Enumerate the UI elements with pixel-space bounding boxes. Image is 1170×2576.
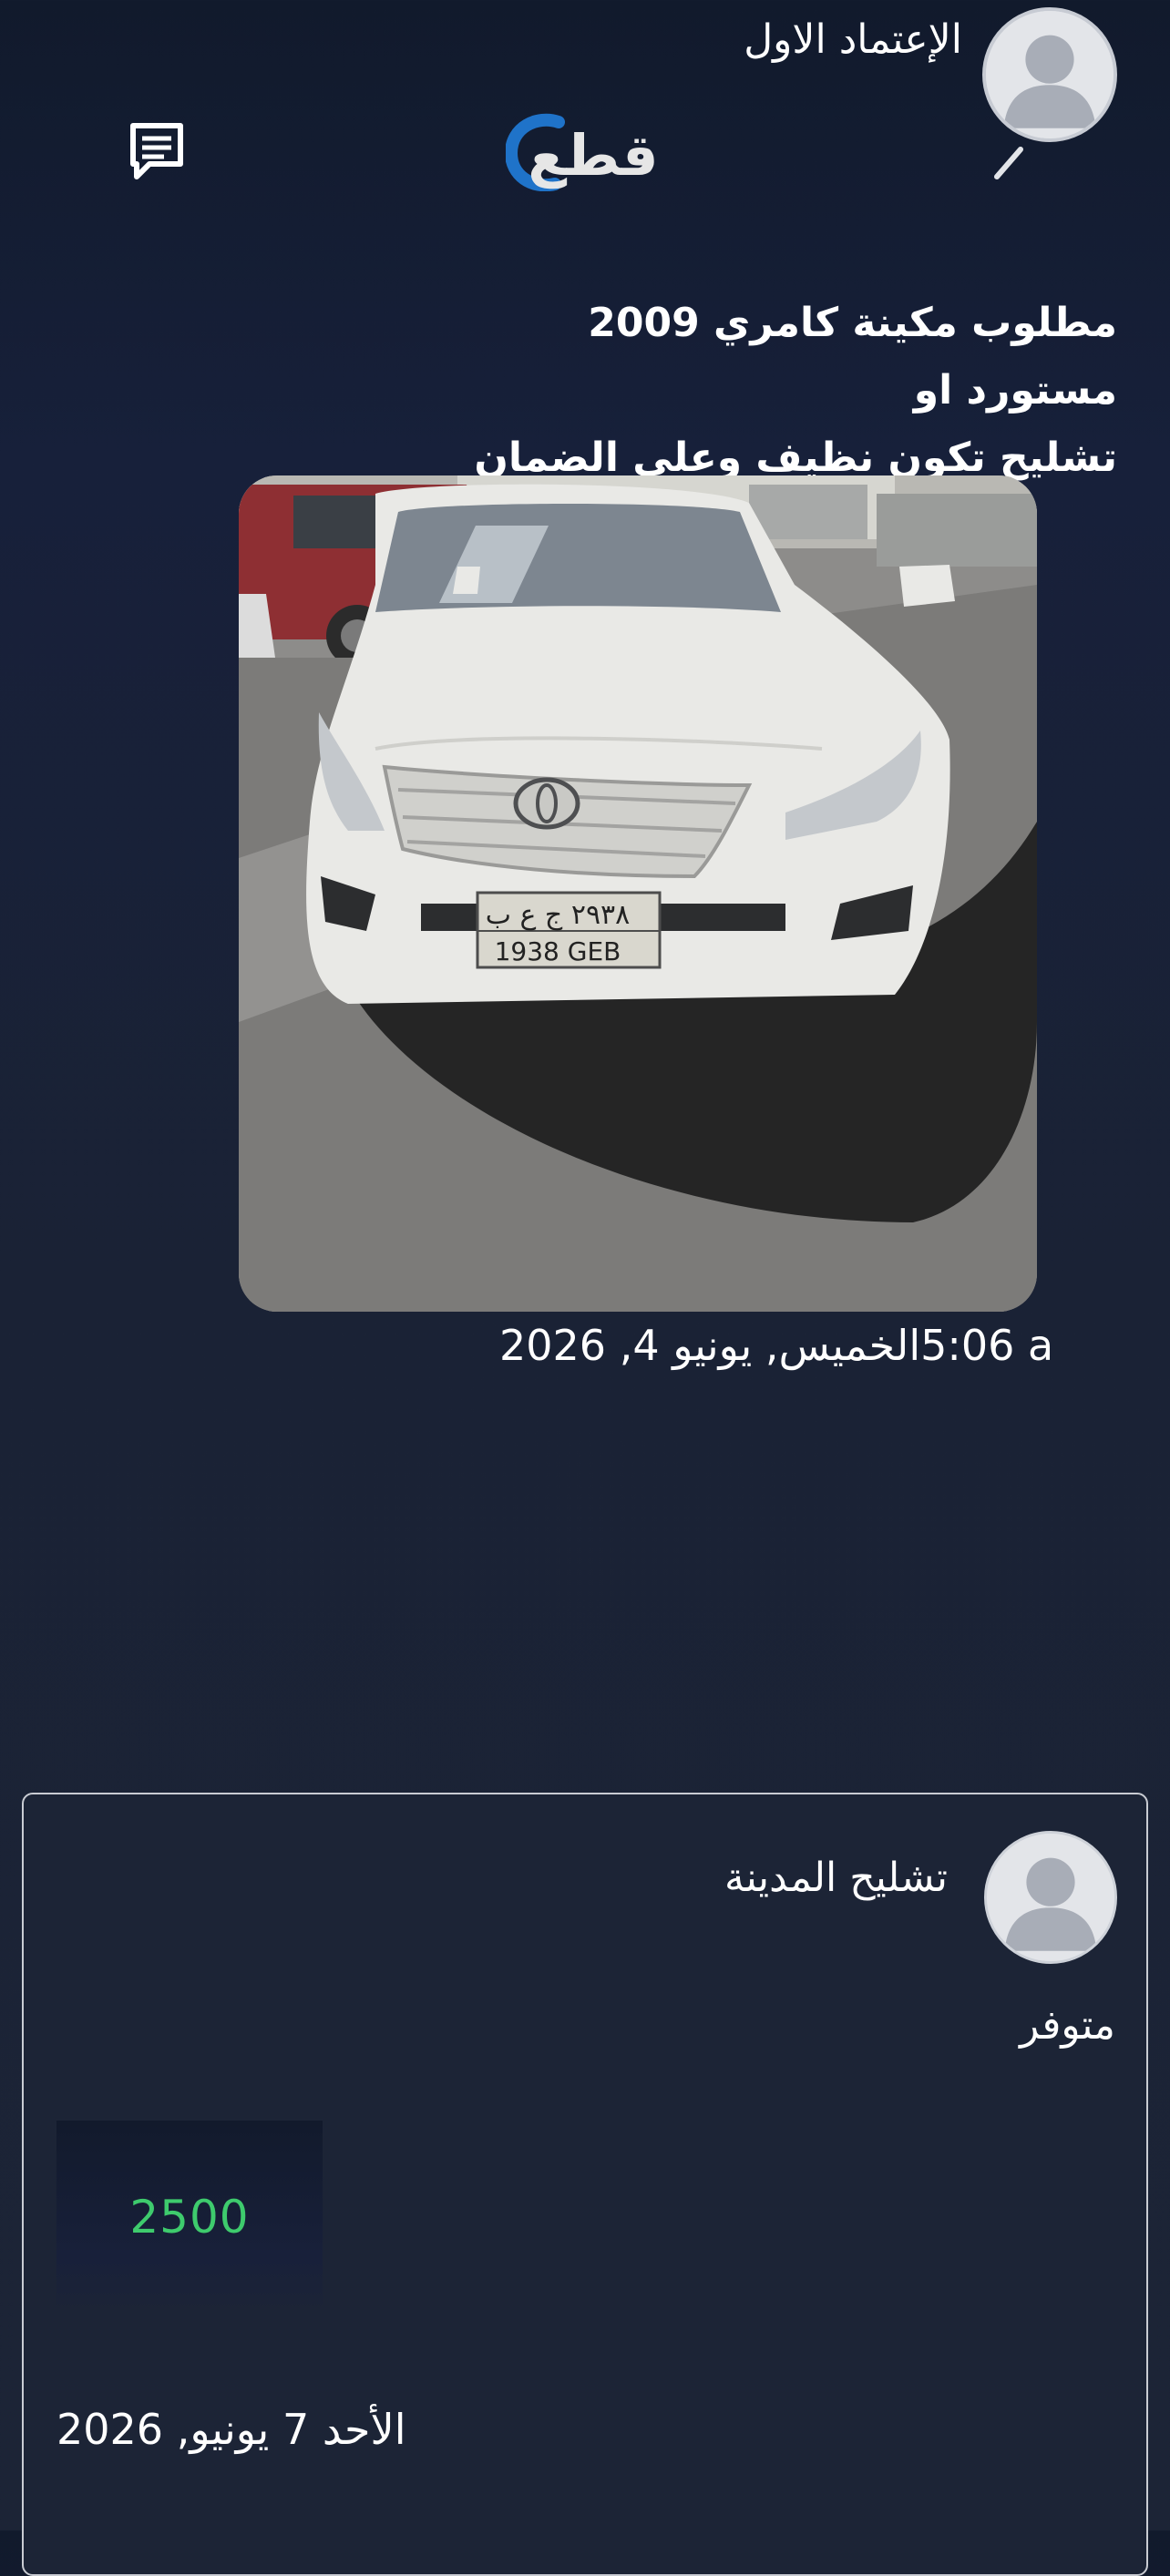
offer-card[interactable]: تشليح المدينة متوفر 2500 الأحد 7 يونيو, … (22, 1793, 1148, 2576)
seller-name: تشليح المدينة (724, 1855, 948, 1901)
offer-price: 2500 (129, 2191, 250, 2244)
seller-avatar-icon[interactable] (984, 1831, 1117, 1964)
messages-button[interactable] (128, 120, 186, 182)
messages-icon (130, 123, 183, 179)
request-time: 5:06 a (920, 1321, 1054, 1370)
request-timestamp: الخميس, يونيو 4, 2026 5:06 a (499, 1321, 1053, 1370)
logo-text: قطع (528, 122, 658, 189)
request-car-photo[interactable]: ٢٩٣٨ ج ع ب 1938 GEB (239, 475, 1037, 1312)
offer-status: متوفر (1020, 2002, 1115, 2049)
user-name: الإعتماد الاول (744, 16, 962, 63)
user-avatar-icon[interactable] (982, 7, 1117, 142)
request-date: الخميس, يونيو 4, 2026 (499, 1321, 921, 1370)
car-image: ٢٩٣٨ ج ع ب 1938 GEB (239, 475, 1037, 1312)
avatar-pointer-icon (994, 147, 1023, 179)
plate-text-bottom: 1938 GEB (495, 936, 621, 966)
seller-silhouette-icon (987, 1834, 1114, 1961)
request-title-line-1: مطلوب مكينة كامري 2009 مستورد او (588, 300, 1117, 414)
price-box: 2500 (56, 2121, 323, 2314)
plate-text-top: ٢٩٣٨ ج ع ب (486, 899, 631, 931)
user-silhouette-icon (986, 11, 1114, 138)
request-title: مطلوب مكينة كامري 2009 مستورد او تشليح ت… (425, 290, 1117, 492)
offer-date: الأحد 7 يونيو, 2026 (56, 2405, 406, 2454)
app-header: الإعتماد الاول قطع (0, 0, 1170, 210)
app-logo[interactable]: قطع (506, 107, 665, 191)
